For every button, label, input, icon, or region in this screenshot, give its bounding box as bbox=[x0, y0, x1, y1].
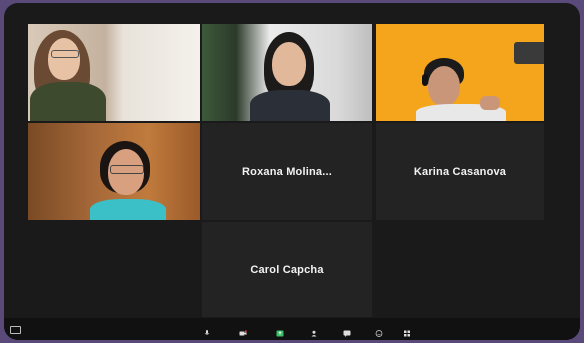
share-screen-button[interactable] bbox=[265, 320, 295, 338]
participant-face bbox=[272, 42, 306, 86]
participant-name: Carol Capcha bbox=[250, 263, 324, 276]
participant-clothing bbox=[90, 199, 166, 220]
reactions-icon bbox=[375, 330, 383, 337]
microphone-stand bbox=[514, 42, 544, 64]
video-tile-participant-4[interactable] bbox=[28, 123, 200, 220]
participant-face bbox=[428, 66, 460, 106]
meeting-toolbar bbox=[4, 318, 580, 340]
participant-clothing bbox=[250, 90, 330, 121]
participant-face bbox=[48, 38, 80, 80]
participant-name: Roxana Molina... bbox=[242, 165, 332, 178]
meeting-info-icon[interactable] bbox=[10, 326, 21, 334]
glasses-icon bbox=[110, 165, 144, 174]
chat-icon bbox=[343, 330, 351, 337]
glasses-icon bbox=[51, 50, 79, 58]
reactions-button[interactable] bbox=[364, 320, 394, 338]
video-button[interactable] bbox=[228, 320, 258, 338]
apps-icon bbox=[404, 330, 410, 337]
participant-name: Karina Casanova bbox=[413, 165, 507, 178]
chat-button[interactable] bbox=[332, 320, 362, 338]
microphone-icon bbox=[204, 330, 210, 335]
video-tile-participant-7[interactable]: Carol Capcha bbox=[202, 222, 372, 317]
participants-button[interactable] bbox=[299, 320, 329, 338]
mute-button[interactable] bbox=[192, 320, 222, 338]
apps-button[interactable] bbox=[392, 320, 422, 338]
video-tile-participant-3[interactable] bbox=[376, 24, 544, 121]
share-screen-icon bbox=[276, 330, 284, 337]
participant-hand bbox=[480, 96, 500, 110]
video-tile-participant-2[interactable] bbox=[202, 24, 372, 121]
meeting-window: Roxana Molina... Karina Casanova Carol C… bbox=[4, 3, 580, 340]
video-tile-participant-6[interactable]: Karina Casanova bbox=[376, 123, 544, 220]
participants-icon bbox=[311, 330, 317, 337]
video-tile-participant-1[interactable] bbox=[28, 24, 200, 121]
video-camera-icon bbox=[239, 330, 247, 336]
participant-clothing bbox=[30, 82, 106, 121]
video-tile-participant-5[interactable]: Roxana Molina... bbox=[202, 123, 372, 220]
headphones-icon bbox=[422, 74, 428, 86]
